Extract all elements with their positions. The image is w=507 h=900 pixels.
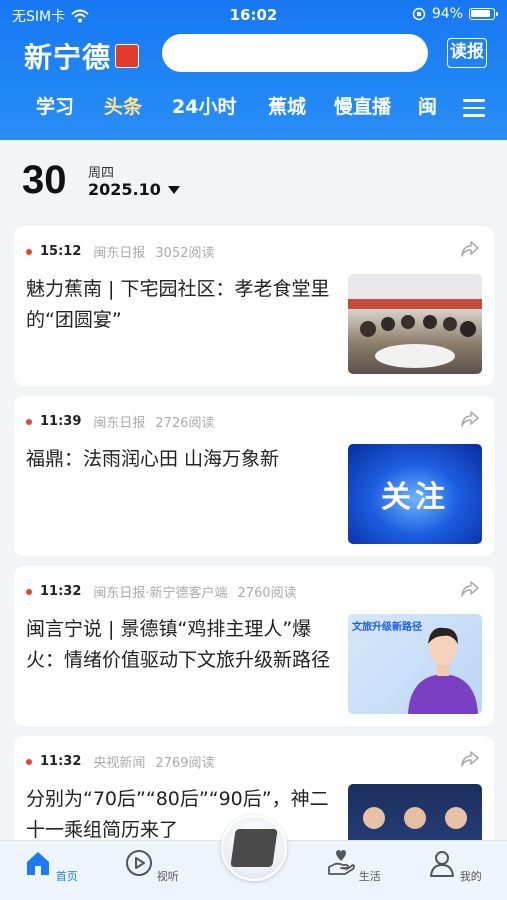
tab-headlines[interactable]: 头条 — [104, 92, 142, 119]
article-title[interactable]: 分别为“70后”“80后”“90后”，神二十一乘组简历来了 — [26, 784, 342, 846]
article-title[interactable]: 魅力蕉南 | 下宅园社区：孝老食堂里的“团圆宴” — [26, 274, 342, 336]
article-reads: 3052阅读 — [155, 246, 215, 261]
tab-study[interactable]: 学习 — [36, 92, 74, 119]
user-icon — [430, 851, 455, 877]
dinner-photo-image — [360, 315, 476, 368]
logo-text: 新宁德 — [24, 41, 112, 74]
nav-life[interactable]: 生活 — [324, 849, 384, 884]
article-reads: 2726阅读 — [155, 416, 215, 431]
battery-icon — [469, 8, 498, 20]
thumbnail-caption: 关注 — [381, 480, 449, 515]
read-paper-button[interactable]: 读报 — [447, 38, 487, 68]
live-dot-icon — [26, 418, 32, 425]
article-card[interactable]: 11:39 闽东日报 2726阅读 福鼎：法雨润心田 山海万象新 关注 — [14, 396, 494, 556]
date-year-month: 2025.10 — [88, 180, 161, 199]
article-card[interactable]: 11:32 闽东日报·新宁德客户端 2760阅读 闽言宁说 | 景德镇“鸡排主理… — [14, 566, 494, 726]
share-icon[interactable] — [460, 580, 480, 598]
article-time: 11:39 — [40, 414, 82, 429]
bottom-nav: 首页 视听 生活 我的 — [0, 815, 507, 900]
live-dot-icon — [26, 248, 32, 255]
play-icon — [126, 850, 153, 876]
search-input[interactable] — [162, 34, 428, 72]
article-source: 闽东日报·新宁德客户端 — [93, 586, 228, 601]
date-day: 30 — [22, 158, 67, 202]
share-icon[interactable] — [460, 750, 480, 768]
live-dot-icon — [26, 758, 32, 765]
nav-label: 生活 — [358, 870, 381, 883]
article-reads: 2769阅读 — [155, 756, 215, 771]
article-thumbnail[interactable]: 文旅升级新路径 — [348, 614, 482, 714]
status-bar: 无SIM卡 16:02 94% — [0, 0, 507, 30]
article-title[interactable]: 闽言宁说 | 景德镇“鸡排主理人”爆火：情绪价值驱动下文旅升级新路径 — [26, 614, 342, 676]
tab-min[interactable]: 闽 — [418, 92, 440, 119]
orientation-lock-icon — [412, 7, 426, 21]
article-reads: 2760阅读 — [237, 586, 297, 601]
tab-slow-live[interactable]: 慢直播 — [334, 92, 391, 119]
live-dot-icon — [26, 588, 32, 595]
article-source: 闽东日报 — [93, 416, 146, 431]
tab-24h[interactable]: 24小时 — [172, 92, 236, 119]
host-person-image — [408, 627, 478, 714]
logo-seal-icon — [115, 44, 140, 68]
article-thumbnail[interactable]: 关注 — [348, 444, 482, 544]
nav-label: 我的 — [459, 870, 482, 883]
article-source: 闽东日报 — [93, 246, 146, 261]
article-title[interactable]: 福鼎：法雨润心田 山海万象新 — [26, 444, 342, 475]
article-time: 11:32 — [40, 754, 82, 769]
menu-icon[interactable] — [463, 99, 485, 117]
date-weekday: 周四 — [88, 166, 115, 181]
app-header: 无SIM卡 16:02 94% 新宁德 读报 学习 头条 24小时 蕉城 慢直播… — [0, 0, 507, 140]
hand-heart-icon — [328, 850, 356, 875]
nav-av[interactable]: 视听 — [122, 849, 182, 884]
center-feature-button[interactable] — [221, 815, 287, 881]
nav-label: 视听 — [156, 870, 179, 883]
center-logo-icon — [230, 829, 278, 867]
article-card[interactable]: 15:12 闽东日报 3052阅读 魅力蕉南 | 下宅园社区：孝老食堂里的“团圆… — [14, 226, 494, 386]
article-time: 11:32 — [40, 584, 82, 599]
battery-percent: 94% — [431, 6, 463, 22]
article-time: 15:12 — [40, 244, 82, 259]
nav-label: 首页 — [55, 870, 78, 883]
share-icon[interactable] — [460, 410, 480, 428]
nav-home[interactable]: 首页 — [21, 849, 81, 884]
channel-tabs: 学习 头条 24小时 蕉城 慢直播 闽 — [0, 92, 507, 128]
tab-jiaocheng[interactable]: 蕉城 — [268, 92, 306, 119]
caret-down-icon[interactable] — [168, 186, 180, 194]
app-logo: 新宁德 — [24, 36, 140, 76]
article-source: 央视新闻 — [93, 756, 146, 771]
nav-mine[interactable]: 我的 — [425, 849, 485, 884]
article-thumbnail[interactable] — [348, 274, 482, 374]
share-icon[interactable] — [460, 240, 480, 258]
home-icon — [27, 852, 50, 875]
